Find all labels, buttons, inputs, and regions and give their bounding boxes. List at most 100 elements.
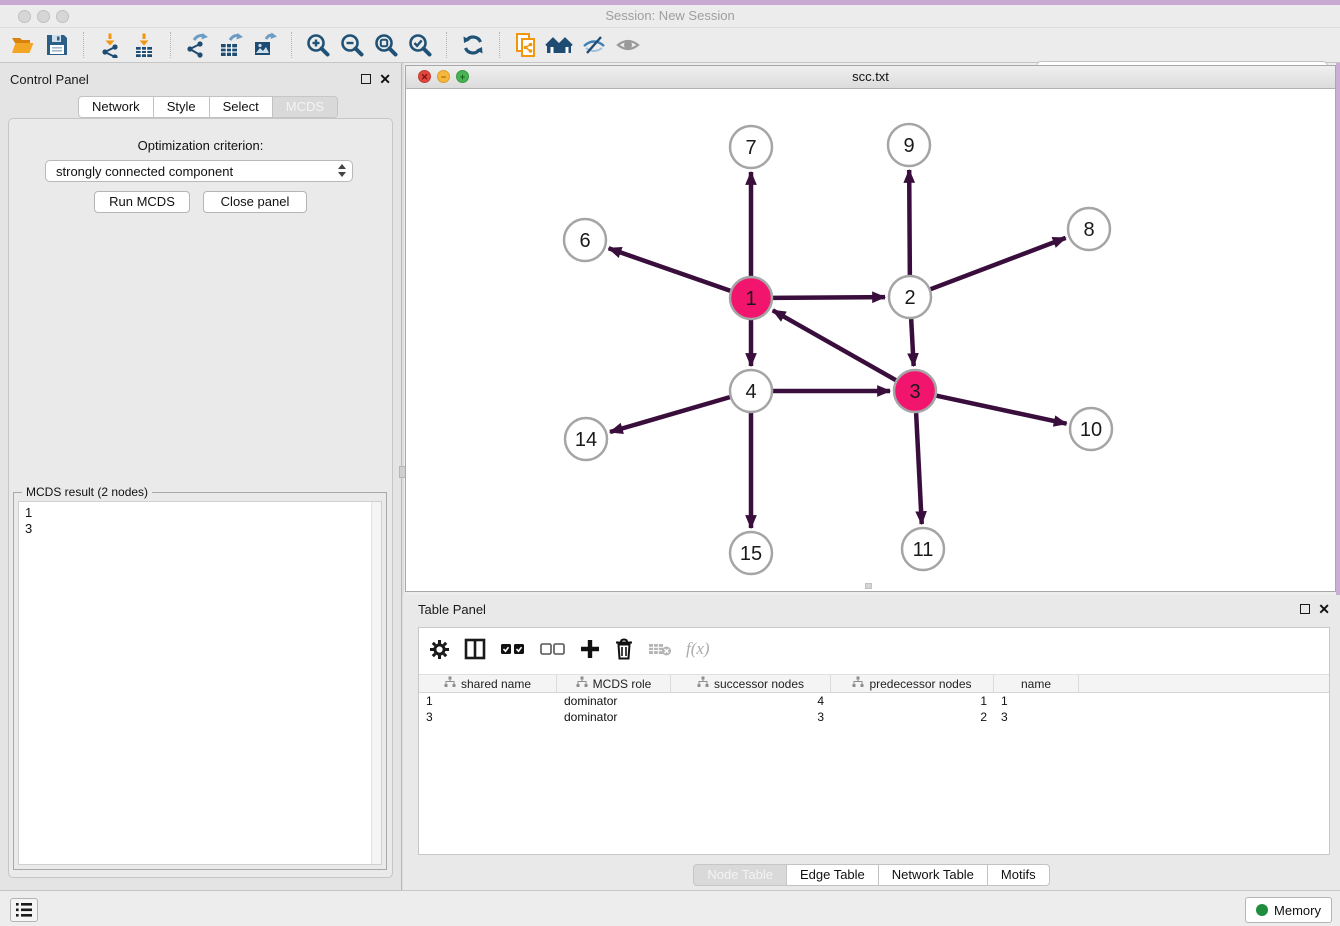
table-cell[interactable]: dominator xyxy=(557,693,671,709)
toolbar-separator xyxy=(499,32,500,58)
graph-node-10[interactable]: 10 xyxy=(1070,408,1112,450)
tab-network-table[interactable]: Network Table xyxy=(879,864,988,886)
export-table-icon[interactable] xyxy=(214,30,248,60)
column-header-successor-nodes[interactable]: successor nodes xyxy=(671,675,831,692)
table-row[interactable]: 1dominator411 xyxy=(419,693,1329,709)
criterion-select[interactable]: strongly connected component xyxy=(45,160,353,182)
control-panel-tabs: NetworkStyleSelectMCDS xyxy=(78,96,338,118)
graph-edge-4-14[interactable] xyxy=(610,397,730,432)
graph-edge-2-8[interactable] xyxy=(931,238,1066,289)
graph-node-4[interactable]: 4 xyxy=(730,370,772,412)
tab-mcds[interactable]: MCDS xyxy=(273,96,338,118)
window-zoom-button[interactable] xyxy=(56,10,69,23)
tab-select[interactable]: Select xyxy=(210,96,273,118)
table-panel-tabs: Node TableEdge TableNetwork TableMotifs xyxy=(403,864,1340,886)
refresh-icon[interactable] xyxy=(456,30,490,60)
graph-node-3[interactable]: 3 xyxy=(894,370,936,412)
zoom-selected-icon[interactable] xyxy=(403,30,437,60)
table-row[interactable]: 3dominator323 xyxy=(419,709,1329,725)
tab-style[interactable]: Style xyxy=(154,96,210,118)
result-scrollbar[interactable] xyxy=(371,502,381,864)
network-close-button[interactable]: ✕ xyxy=(418,70,431,83)
graph-node-2[interactable]: 2 xyxy=(889,276,931,318)
svg-text:4: 4 xyxy=(745,381,756,403)
table-cell[interactable]: 1 xyxy=(419,693,557,709)
graph-node-8[interactable]: 8 xyxy=(1068,208,1110,250)
table-cell[interactable]: 3 xyxy=(419,709,557,725)
save-session-icon[interactable] xyxy=(40,30,74,60)
show-all-icon[interactable] xyxy=(611,30,645,60)
tab-network[interactable]: Network xyxy=(78,96,154,118)
table-panel-title: Table Panel xyxy=(403,602,486,617)
graph-node-7[interactable]: 7 xyxy=(730,126,772,168)
table-cell[interactable]: 2 xyxy=(831,709,994,725)
column-header-name[interactable]: name xyxy=(994,675,1079,692)
table-settings-icon[interactable] xyxy=(429,639,450,660)
first-neighbors-icon[interactable] xyxy=(543,30,577,60)
graph-node-11[interactable]: 11 xyxy=(902,528,944,570)
mcds-result-textarea[interactable]: 13 xyxy=(18,501,382,865)
tab-motifs[interactable]: Motifs xyxy=(988,864,1050,886)
network-resize-grip[interactable] xyxy=(865,583,872,589)
svg-text:6: 6 xyxy=(579,230,590,252)
window-minimize-button[interactable] xyxy=(37,10,50,23)
tab-edge-table[interactable]: Edge Table xyxy=(787,864,879,886)
delete-column-icon[interactable] xyxy=(614,638,634,660)
task-history-button[interactable] xyxy=(10,898,38,922)
graph-node-9[interactable]: 9 xyxy=(888,124,930,166)
graph-edge-2-3[interactable] xyxy=(911,319,914,366)
zoom-fit-icon[interactable] xyxy=(369,30,403,60)
hide-selected-icon[interactable] xyxy=(577,30,611,60)
graph-edge-1-6[interactable] xyxy=(609,248,731,290)
network-canvas[interactable]: 7 9 6 8 1 2 4 3 14 10 15 11 xyxy=(406,89,1335,591)
status-bar: Memory xyxy=(0,890,1340,926)
select-all-checks-icon[interactable] xyxy=(500,642,526,656)
svg-text:11: 11 xyxy=(913,539,934,561)
graph-node-15[interactable]: 15 xyxy=(730,532,772,574)
delete-table-icon[interactable] xyxy=(648,640,672,658)
deselect-all-checks-icon[interactable] xyxy=(540,642,566,656)
zoom-in-icon[interactable] xyxy=(301,30,335,60)
table-cell[interactable]: 3 xyxy=(994,709,1079,725)
graph-node-6[interactable]: 6 xyxy=(564,219,606,261)
graph-node-14[interactable]: 14 xyxy=(565,418,607,460)
column-header-shared-name[interactable]: shared name xyxy=(419,675,557,692)
network-minimize-button[interactable]: − xyxy=(437,70,450,83)
column-header-predecessor-nodes[interactable]: predecessor nodes xyxy=(831,675,994,692)
table-cell[interactable]: 3 xyxy=(671,709,831,725)
tab-node-table[interactable]: Node Table xyxy=(693,864,787,886)
table-cell[interactable]: 1 xyxy=(994,693,1079,709)
export-network-icon[interactable] xyxy=(180,30,214,60)
graph-edge-3-11[interactable] xyxy=(916,413,922,524)
memory-button[interactable]: Memory xyxy=(1245,897,1332,923)
close-panel-button[interactable]: Close panel xyxy=(203,191,307,213)
table-panel: Table Panel ✕ xyxy=(403,595,1340,890)
window-close-button[interactable] xyxy=(18,10,31,23)
column-visibility-icon[interactable] xyxy=(464,638,486,660)
node-table: shared nameMCDS rolesuccessor nodesprede… xyxy=(419,674,1329,725)
open-session-icon[interactable] xyxy=(6,30,40,60)
network-maximize-button[interactable]: + xyxy=(456,70,469,83)
zoom-out-icon[interactable] xyxy=(335,30,369,60)
export-image-icon[interactable] xyxy=(248,30,282,60)
table-cell[interactable]: 4 xyxy=(671,693,831,709)
graph-node-1[interactable]: 1 xyxy=(730,277,772,319)
close-panel-icon[interactable]: ✕ xyxy=(379,73,391,85)
run-mcds-button[interactable]: Run MCDS xyxy=(94,191,190,213)
function-builder-icon[interactable]: f(x) xyxy=(686,639,710,659)
new-network-from-selection-icon[interactable] xyxy=(509,30,543,60)
float-table-panel-icon[interactable] xyxy=(1300,604,1310,614)
close-table-panel-icon[interactable]: ✕ xyxy=(1318,603,1330,615)
add-column-icon[interactable] xyxy=(580,639,600,659)
import-table-icon[interactable] xyxy=(127,30,161,60)
column-header-MCDS-role[interactable]: MCDS role xyxy=(557,675,671,692)
graph-edge-3-1[interactable] xyxy=(773,310,896,380)
float-panel-icon[interactable] xyxy=(361,74,371,84)
graph-edge-3-10[interactable] xyxy=(937,396,1067,424)
optimization-criterion-label: Optimization criterion: xyxy=(9,138,392,153)
table-cell[interactable]: 1 xyxy=(831,693,994,709)
graph-edge-2-9[interactable] xyxy=(909,170,910,275)
graph-edge-1-2[interactable] xyxy=(773,297,885,298)
import-network-icon[interactable] xyxy=(93,30,127,60)
table-cell[interactable]: dominator xyxy=(557,709,671,725)
